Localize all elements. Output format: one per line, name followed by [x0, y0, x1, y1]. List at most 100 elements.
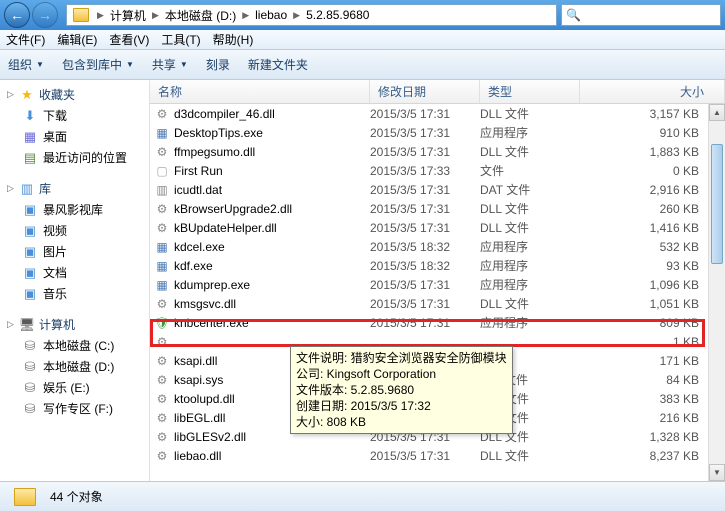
back-button[interactable]: ← — [4, 2, 30, 28]
sidebar-item[interactable]: ▣暴风影视库 — [0, 199, 149, 220]
file-size: 260 KB — [580, 202, 725, 216]
file-size: 2,916 KB — [580, 183, 725, 197]
scroll-thumb[interactable] — [711, 144, 723, 264]
chevron-right-icon[interactable]: ▶ — [148, 10, 163, 21]
music-icon: ▣ — [22, 286, 38, 302]
file-name: kBrowserUpgrade2.dll — [174, 202, 292, 216]
sidebar-favorites[interactable]: ▷★收藏夹 — [0, 84, 149, 105]
sidebar-item-recent[interactable]: ▤最近访问的位置 — [0, 147, 149, 168]
sidebar-item-drive-d[interactable]: ⛁本地磁盘 (D:) — [0, 356, 149, 377]
file-row[interactable]: ▦kdf.exe2015/3/5 18:32应用程序93 KB — [150, 256, 725, 275]
breadcrumb[interactable]: 本地磁盘 (D:) — [163, 7, 238, 24]
breadcrumb[interactable]: 计算机 — [108, 7, 148, 24]
file-date: 2015/3/5 17:31 — [370, 145, 480, 159]
breadcrumb[interactable]: 5.2.85.9680 — [304, 8, 371, 22]
file-size: 1 KB — [580, 335, 725, 349]
burn-button[interactable]: 刻录 — [206, 56, 230, 73]
chevron-right-icon[interactable]: ▶ — [238, 10, 253, 21]
status-bar: 44 个对象 — [0, 481, 725, 511]
scrollbar[interactable]: ▲ ▼ — [708, 104, 725, 481]
column-headers: 名称 修改日期 类型 大小 — [150, 80, 725, 104]
sidebar-libraries[interactable]: ▷▥库 — [0, 178, 149, 199]
sidebar-item-drive-e[interactable]: ⛁娱乐 (E:) — [0, 377, 149, 398]
sidebar-item-downloads[interactable]: ⬇下载 — [0, 105, 149, 126]
file-name: kBUpdateHelper.dll — [174, 221, 277, 235]
toolbar: 组织▼ 包含到库中▼ 共享▼ 刻录 新建文件夹 — [0, 50, 725, 80]
chevron-right-icon[interactable]: ▶ — [93, 10, 108, 21]
sidebar-item-desktop[interactable]: ▦桌面 — [0, 126, 149, 147]
file-size: 171 KB — [580, 354, 725, 368]
tooltip-line: 公司: Kingsoft Corporation — [296, 366, 507, 382]
file-row[interactable]: ⚙kmsgsvc.dll2015/3/5 17:31DLL 文件1,051 KB — [150, 294, 725, 313]
menu-edit[interactable]: 编辑(E) — [57, 31, 97, 48]
address-bar[interactable]: ▶ 计算机 ▶ 本地磁盘 (D:) ▶ liebao ▶ 5.2.85.9680 — [66, 4, 557, 26]
forward-button[interactable]: → — [32, 2, 58, 28]
scroll-up-button[interactable]: ▲ — [709, 104, 725, 121]
menu-file[interactable]: 文件(F) — [6, 31, 45, 48]
search-input[interactable]: 🔍 — [561, 4, 721, 26]
file-row[interactable]: 🛡knbcenter.exe2015/3/5 17:31应用程序809 KB — [150, 313, 725, 332]
scroll-down-button[interactable]: ▼ — [709, 464, 725, 481]
file-icon: ⚙ — [154, 296, 170, 312]
menu-tools[interactable]: 工具(T) — [161, 31, 200, 48]
sidebar-item[interactable]: ▣图片 — [0, 241, 149, 262]
sidebar-computer[interactable]: ▷🖥计算机 — [0, 314, 149, 335]
file-type: 文件 — [480, 162, 580, 179]
file-date: 2015/3/5 17:31 — [370, 316, 480, 330]
chevron-right-icon[interactable]: ▶ — [289, 10, 304, 21]
file-name: libEGL.dll — [174, 411, 225, 425]
file-row[interactable]: ▦DesktopTips.exe2015/3/5 17:31应用程序910 KB — [150, 123, 725, 142]
file-name: kdumprep.exe — [174, 278, 250, 292]
file-type: 应用程序 — [480, 238, 580, 255]
file-icon: ⚙ — [154, 353, 170, 369]
file-row[interactable]: ▥icudtl.dat2015/3/5 17:31DAT 文件2,916 KB — [150, 180, 725, 199]
file-size: 383 KB — [580, 392, 725, 406]
menu-view[interactable]: 查看(V) — [109, 31, 149, 48]
file-date: 2015/3/5 17:31 — [370, 297, 480, 311]
sidebar-item[interactable]: ▣音乐 — [0, 283, 149, 304]
sidebar-item[interactable]: ▣文档 — [0, 262, 149, 283]
file-icon: ▦ — [154, 125, 170, 141]
col-date[interactable]: 修改日期 — [370, 80, 480, 103]
tooltip-line: 文件版本: 5.2.85.9680 — [296, 382, 507, 398]
file-row[interactable]: ⚙liebao.dll2015/3/5 17:31DLL 文件8,237 KB — [150, 446, 725, 465]
drive-icon: ⛁ — [22, 338, 38, 354]
organize-button[interactable]: 组织▼ — [8, 56, 44, 73]
menu-help[interactable]: 帮助(H) — [213, 31, 254, 48]
col-type[interactable]: 类型 — [480, 80, 580, 103]
folder-icon — [73, 8, 89, 22]
file-type: 应用程序 — [480, 314, 580, 331]
file-size: 84 KB — [580, 373, 725, 387]
breadcrumb[interactable]: liebao — [253, 8, 289, 22]
folder-icon — [14, 488, 36, 506]
file-row[interactable]: ⚙kBrowserUpgrade2.dll2015/3/5 17:31DLL 文… — [150, 199, 725, 218]
sidebar-item-drive-c[interactable]: ⛁本地磁盘 (C:) — [0, 335, 149, 356]
file-row[interactable]: ▢First Run2015/3/5 17:33文件0 KB — [150, 161, 725, 180]
file-row[interactable]: ⚙kBUpdateHelper.dll2015/3/5 17:31DLL 文件1… — [150, 218, 725, 237]
desktop-icon: ▦ — [22, 129, 38, 145]
file-date: 2015/3/5 17:31 — [370, 126, 480, 140]
file-type: 应用程序 — [480, 276, 580, 293]
file-row[interactable]: ⚙ffmpegsumo.dll2015/3/5 17:31DLL 文件1,883… — [150, 142, 725, 161]
triangle-icon: ▷ — [6, 89, 15, 100]
new-folder-button[interactable]: 新建文件夹 — [248, 56, 308, 73]
file-icon: ⚙ — [154, 372, 170, 388]
file-type: DLL 文件 — [480, 447, 580, 464]
file-row[interactable]: ▦kdcel.exe2015/3/5 18:32应用程序532 KB — [150, 237, 725, 256]
sidebar-item[interactable]: ▣视频 — [0, 220, 149, 241]
library-icon: ▥ — [19, 181, 35, 197]
col-name[interactable]: 名称 — [150, 80, 370, 103]
sidebar-item-drive-f[interactable]: ⛁写作专区 (F:) — [0, 398, 149, 419]
file-size: 0 KB — [580, 164, 725, 178]
file-name: icudtl.dat — [174, 183, 222, 197]
file-icon: ⚙ — [154, 448, 170, 464]
file-row[interactable]: ▦kdumprep.exe2015/3/5 17:31应用程序1,096 KB — [150, 275, 725, 294]
file-name: ktoolupd.dll — [174, 392, 235, 406]
file-tooltip: 文件说明: 猎豹安全浏览器安全防御模块 公司: Kingsoft Corpora… — [290, 346, 513, 434]
file-row[interactable]: ⚙d3dcompiler_46.dll2015/3/5 17:31DLL 文件3… — [150, 104, 725, 123]
file-name: ksapi.dll — [174, 354, 217, 368]
col-size[interactable]: 大小 — [580, 80, 725, 103]
file-name: ksapi.sys — [174, 373, 223, 387]
share-button[interactable]: 共享▼ — [152, 56, 188, 73]
include-button[interactable]: 包含到库中▼ — [62, 56, 134, 73]
